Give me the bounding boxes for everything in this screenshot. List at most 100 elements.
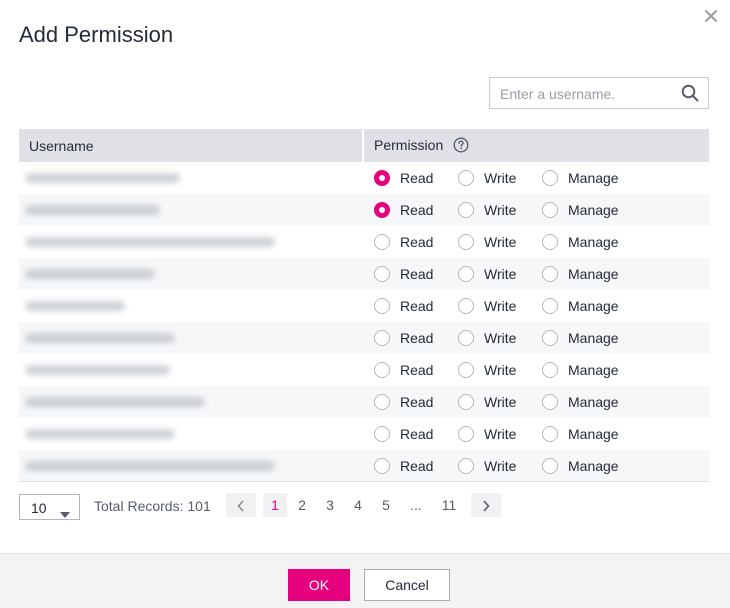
read-radio[interactable] xyxy=(374,426,390,442)
search-input[interactable] xyxy=(500,84,675,103)
write-radio-option[interactable]: Write xyxy=(458,202,516,218)
read-radio-option[interactable]: Read xyxy=(374,426,433,442)
manage-radio-option[interactable]: Manage xyxy=(542,458,619,474)
write-label: Write xyxy=(484,458,517,474)
page-button-4[interactable]: 4 xyxy=(346,493,370,517)
write-label: Write xyxy=(484,298,517,314)
write-radio-option[interactable]: Write xyxy=(458,170,516,186)
page-button-5[interactable]: 5 xyxy=(374,493,398,517)
close-icon[interactable] xyxy=(703,8,719,24)
write-radio[interactable] xyxy=(458,394,474,410)
username-cell-obscured xyxy=(19,258,289,290)
table-row: Read Write Manage xyxy=(19,354,709,386)
read-radio[interactable] xyxy=(374,362,390,378)
write-label: Write xyxy=(484,426,517,442)
read-radio-option[interactable]: Read xyxy=(374,202,433,218)
manage-radio[interactable] xyxy=(542,426,558,442)
page-button-11[interactable]: 11 xyxy=(437,493,461,517)
obscured-username xyxy=(25,461,275,471)
read-radio[interactable] xyxy=(374,298,390,314)
manage-label: Manage xyxy=(568,298,619,314)
page-button-2[interactable]: 2 xyxy=(290,493,314,517)
manage-radio[interactable] xyxy=(542,458,558,474)
obscured-username xyxy=(25,301,125,311)
prev-page-button[interactable] xyxy=(226,493,256,517)
read-label: Read xyxy=(400,426,434,442)
manage-radio[interactable] xyxy=(542,234,558,250)
read-radio-option[interactable]: Read xyxy=(374,362,433,378)
write-radio[interactable] xyxy=(458,330,474,346)
write-radio[interactable] xyxy=(458,298,474,314)
manage-radio[interactable] xyxy=(542,298,558,314)
manage-radio-option[interactable]: Manage xyxy=(542,394,619,410)
write-radio[interactable] xyxy=(458,170,474,186)
read-radio[interactable] xyxy=(374,202,390,218)
cancel-button[interactable]: Cancel xyxy=(364,569,450,601)
read-radio-option[interactable]: Read xyxy=(374,330,433,346)
write-radio[interactable] xyxy=(458,202,474,218)
write-radio[interactable] xyxy=(458,362,474,378)
manage-radio-option[interactable]: Manage xyxy=(542,234,619,250)
help-circle-icon[interactable] xyxy=(453,137,469,153)
write-radio-option[interactable]: Write xyxy=(458,330,516,346)
page-button-3[interactable]: 3 xyxy=(318,493,342,517)
page-button-1[interactable]: 1 xyxy=(263,493,287,517)
manage-radio[interactable] xyxy=(542,330,558,346)
read-radio[interactable] xyxy=(374,266,390,282)
caret-down-icon xyxy=(60,505,70,518)
page-size-select[interactable]: 10 xyxy=(19,494,80,520)
read-label: Read xyxy=(400,458,434,474)
read-radio-option[interactable]: Read xyxy=(374,266,433,282)
write-radio-option[interactable]: Write xyxy=(458,394,516,410)
read-radio-option[interactable]: Read xyxy=(374,170,433,186)
read-radio-option[interactable]: Read xyxy=(374,458,433,474)
write-radio-option[interactable]: Write xyxy=(458,426,516,442)
manage-radio-option[interactable]: Manage xyxy=(542,362,619,378)
username-cell-obscured xyxy=(19,354,289,386)
manage-radio-option[interactable]: Manage xyxy=(542,266,619,282)
read-radio[interactable] xyxy=(374,394,390,410)
manage-radio[interactable] xyxy=(542,170,558,186)
write-radio-option[interactable]: Write xyxy=(458,234,516,250)
manage-radio-option[interactable]: Manage xyxy=(542,426,619,442)
ok-button[interactable]: OK xyxy=(288,569,350,601)
read-radio[interactable] xyxy=(374,170,390,186)
manage-label: Manage xyxy=(568,266,619,282)
write-radio[interactable] xyxy=(458,426,474,442)
write-radio[interactable] xyxy=(458,458,474,474)
obscured-username xyxy=(25,365,170,375)
next-page-button[interactable] xyxy=(471,493,501,517)
manage-radio-option[interactable]: Manage xyxy=(542,330,619,346)
write-radio-option[interactable]: Write xyxy=(458,298,516,314)
username-cell-obscured xyxy=(19,194,289,226)
read-radio[interactable] xyxy=(374,458,390,474)
manage-radio-option[interactable]: Manage xyxy=(542,298,619,314)
write-radio[interactable] xyxy=(458,266,474,282)
manage-radio-option[interactable]: Manage xyxy=(542,202,619,218)
manage-radio[interactable] xyxy=(542,394,558,410)
add-permission-dialog: Add Permission Username Permission Read W… xyxy=(0,0,730,608)
read-radio-option[interactable]: Read xyxy=(374,298,433,314)
read-radio[interactable] xyxy=(374,234,390,250)
manage-radio[interactable] xyxy=(542,266,558,282)
write-radio[interactable] xyxy=(458,234,474,250)
read-radio-option[interactable]: Read xyxy=(374,394,433,410)
manage-radio[interactable] xyxy=(542,202,558,218)
write-radio-option[interactable]: Write xyxy=(458,458,516,474)
table-row: Read Write Manage xyxy=(19,258,709,290)
read-label: Read xyxy=(400,234,434,250)
username-cell-obscured xyxy=(19,322,289,354)
manage-label: Manage xyxy=(568,202,619,218)
manage-radio-option[interactable]: Manage xyxy=(542,170,619,186)
obscured-username xyxy=(25,269,155,279)
table-row: Read Write Manage xyxy=(19,322,709,354)
read-radio[interactable] xyxy=(374,330,390,346)
write-radio-option[interactable]: Write xyxy=(458,362,516,378)
read-radio-option[interactable]: Read xyxy=(374,234,433,250)
write-radio-option[interactable]: Write xyxy=(458,266,516,282)
write-label: Write xyxy=(484,362,517,378)
search-icon[interactable] xyxy=(681,84,699,102)
write-label: Write xyxy=(484,394,517,410)
manage-radio[interactable] xyxy=(542,362,558,378)
table-row: Read Write Manage xyxy=(19,162,709,194)
